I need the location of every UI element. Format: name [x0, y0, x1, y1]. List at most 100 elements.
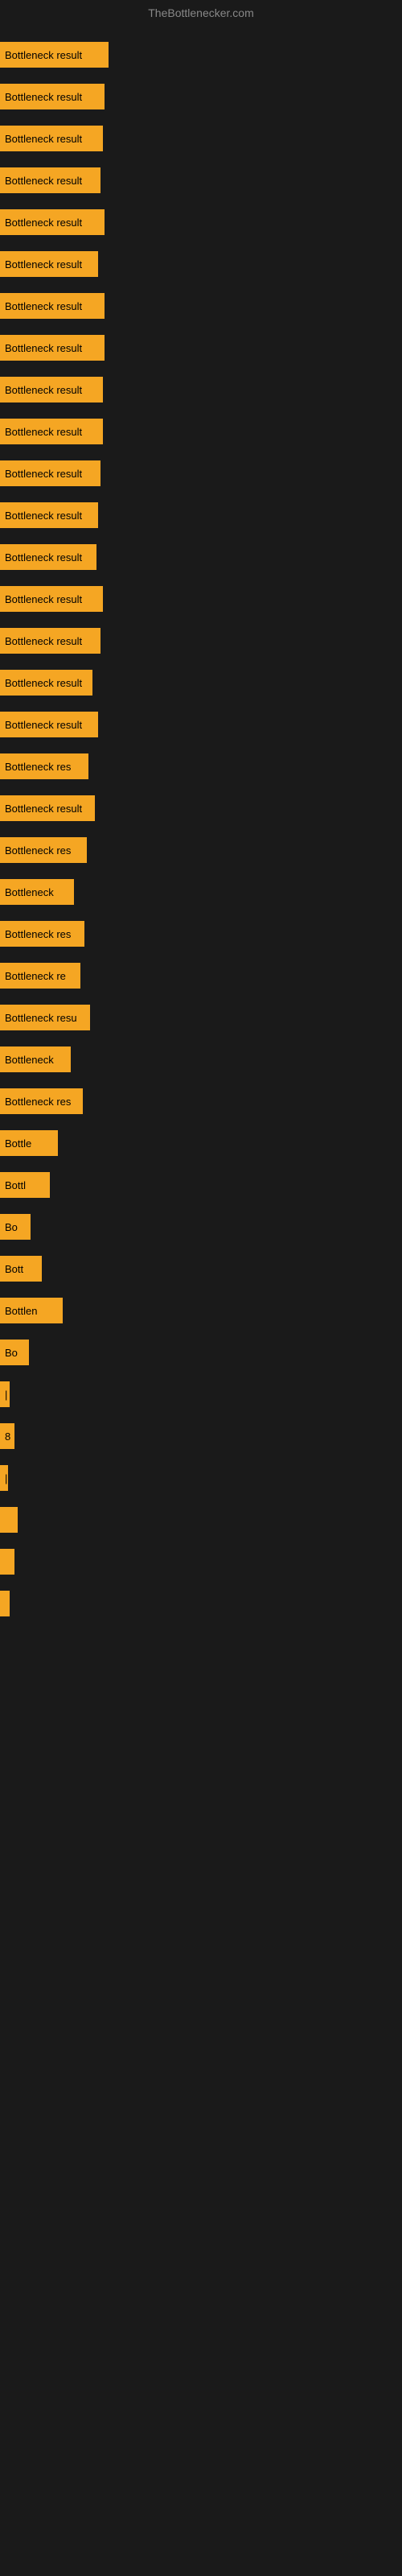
- bar-label: Bottleneck resu: [5, 1012, 77, 1024]
- bar-row: Bottleneck result: [0, 34, 402, 76]
- bar-label: Bottleneck result: [5, 677, 82, 689]
- result-bar: Bottleneck result: [0, 628, 100, 654]
- result-bar: Bott: [0, 1256, 42, 1282]
- bar-row: Bottle: [0, 1122, 402, 1164]
- bar-label: Bottleneck result: [5, 217, 82, 229]
- bar-row: Bottleneck result: [0, 494, 402, 536]
- bar-label: Bott: [5, 1263, 23, 1275]
- bar-label: Bottleneck result: [5, 133, 82, 145]
- result-bar: [0, 1507, 18, 1533]
- result-bar: Bottl: [0, 1172, 50, 1198]
- result-bar: Bottlen: [0, 1298, 63, 1323]
- bar-row: Bottleneck res: [0, 829, 402, 871]
- bar-row: Bottleneck result: [0, 704, 402, 745]
- result-bar: Bottleneck result: [0, 167, 100, 193]
- result-bar: Bottleneck res: [0, 837, 87, 863]
- result-bar: Bo: [0, 1214, 31, 1240]
- bar-label: Bottleneck res: [5, 761, 71, 773]
- result-bar: Bottleneck result: [0, 502, 98, 528]
- bar-label: Bottleneck result: [5, 426, 82, 438]
- bar-row: Bottleneck result: [0, 452, 402, 494]
- bar-row: Bo: [0, 1331, 402, 1373]
- bar-row: Bottleneck result: [0, 662, 402, 704]
- bar-row: Bottleneck result: [0, 118, 402, 159]
- bar-label: Bottleneck result: [5, 551, 82, 564]
- bar-row: Bottleneck result: [0, 76, 402, 118]
- bar-row: Bottleneck: [0, 1038, 402, 1080]
- site-title: TheBottlenecker.com: [0, 0, 402, 26]
- result-bar: Bottleneck result: [0, 251, 98, 277]
- bar-label: |: [5, 1389, 7, 1401]
- bar-row: Bottleneck: [0, 871, 402, 913]
- bar-row: Bottlen: [0, 1290, 402, 1331]
- bar-label: Bottleneck result: [5, 468, 82, 480]
- bar-row: Bo: [0, 1206, 402, 1248]
- result-bar: Bottleneck res: [0, 921, 84, 947]
- result-bar: Bottleneck re: [0, 963, 80, 989]
- bar-label: 8: [5, 1430, 10, 1443]
- bar-label: Bottleneck result: [5, 342, 82, 354]
- bar-row: Bottleneck result: [0, 578, 402, 620]
- bar-row: Bottl: [0, 1164, 402, 1206]
- result-bar: Bottleneck result: [0, 335, 105, 361]
- result-bar: |: [0, 1381, 10, 1407]
- bar-label: Bottleneck result: [5, 49, 82, 61]
- result-bar: Bottleneck result: [0, 670, 92, 696]
- result-bar: Bottleneck result: [0, 42, 109, 68]
- bar-row: |: [0, 1457, 402, 1499]
- bar-label: Bottleneck: [5, 886, 54, 898]
- bar-row: [0, 1583, 402, 1624]
- result-bar: Bottleneck result: [0, 293, 105, 319]
- bar-label: Bottleneck result: [5, 510, 82, 522]
- bar-label: Bottleneck result: [5, 635, 82, 647]
- result-bar: Bottleneck result: [0, 460, 100, 486]
- bar-row: Bottleneck result: [0, 536, 402, 578]
- bar-row: Bottleneck result: [0, 327, 402, 369]
- bar-label: Bottleneck: [5, 1054, 54, 1066]
- result-bar: Bottleneck result: [0, 126, 103, 151]
- result-bar: Bottle: [0, 1130, 58, 1156]
- bar-row: Bott: [0, 1248, 402, 1290]
- result-bar: Bottleneck result: [0, 795, 95, 821]
- bar-row: 8: [0, 1415, 402, 1457]
- result-bar: Bottleneck: [0, 1046, 71, 1072]
- bar-label: Bottleneck res: [5, 1096, 71, 1108]
- bar-label: Bottleneck result: [5, 300, 82, 312]
- bar-row: Bottleneck result: [0, 243, 402, 285]
- bar-row: Bottleneck res: [0, 745, 402, 787]
- result-bar: [0, 1549, 14, 1575]
- result-bar: Bottleneck res: [0, 753, 88, 779]
- result-bar: Bo: [0, 1340, 29, 1365]
- result-bar: Bottleneck result: [0, 84, 105, 109]
- bar-label: Bottl: [5, 1179, 26, 1191]
- bar-label: Bottleneck res: [5, 844, 71, 857]
- result-bar: |: [0, 1465, 8, 1491]
- bar-label: Bottleneck re: [5, 970, 66, 982]
- bars-container: Bottleneck result Bottleneck result Bottle…: [0, 26, 402, 1633]
- result-bar: Bottleneck resu: [0, 1005, 90, 1030]
- bar-row: Bottleneck result: [0, 787, 402, 829]
- result-bar: Bottleneck result: [0, 419, 103, 444]
- result-bar: [0, 1591, 10, 1616]
- bar-row: Bottleneck result: [0, 411, 402, 452]
- bar-row: Bottleneck result: [0, 369, 402, 411]
- bar-label: Bo: [5, 1347, 18, 1359]
- bar-label: Bottleneck result: [5, 719, 82, 731]
- bar-label: Bottle: [5, 1137, 31, 1150]
- result-bar: Bottleneck result: [0, 544, 96, 570]
- bar-label: Bottleneck result: [5, 593, 82, 605]
- result-bar: Bottleneck result: [0, 209, 105, 235]
- result-bar: Bottleneck res: [0, 1088, 83, 1114]
- bar-row: [0, 1499, 402, 1541]
- bar-row: Bottleneck result: [0, 285, 402, 327]
- bar-row: Bottleneck resu: [0, 997, 402, 1038]
- bar-label: Bottleneck result: [5, 803, 82, 815]
- bar-label: Bottleneck res: [5, 928, 71, 940]
- bar-row: |: [0, 1373, 402, 1415]
- bar-label: Bottlen: [5, 1305, 37, 1317]
- result-bar: Bottleneck result: [0, 712, 98, 737]
- bar-label: Bottleneck result: [5, 175, 82, 187]
- bar-row: Bottleneck result: [0, 159, 402, 201]
- result-bar: Bottleneck result: [0, 377, 103, 402]
- bar-label: Bo: [5, 1221, 18, 1233]
